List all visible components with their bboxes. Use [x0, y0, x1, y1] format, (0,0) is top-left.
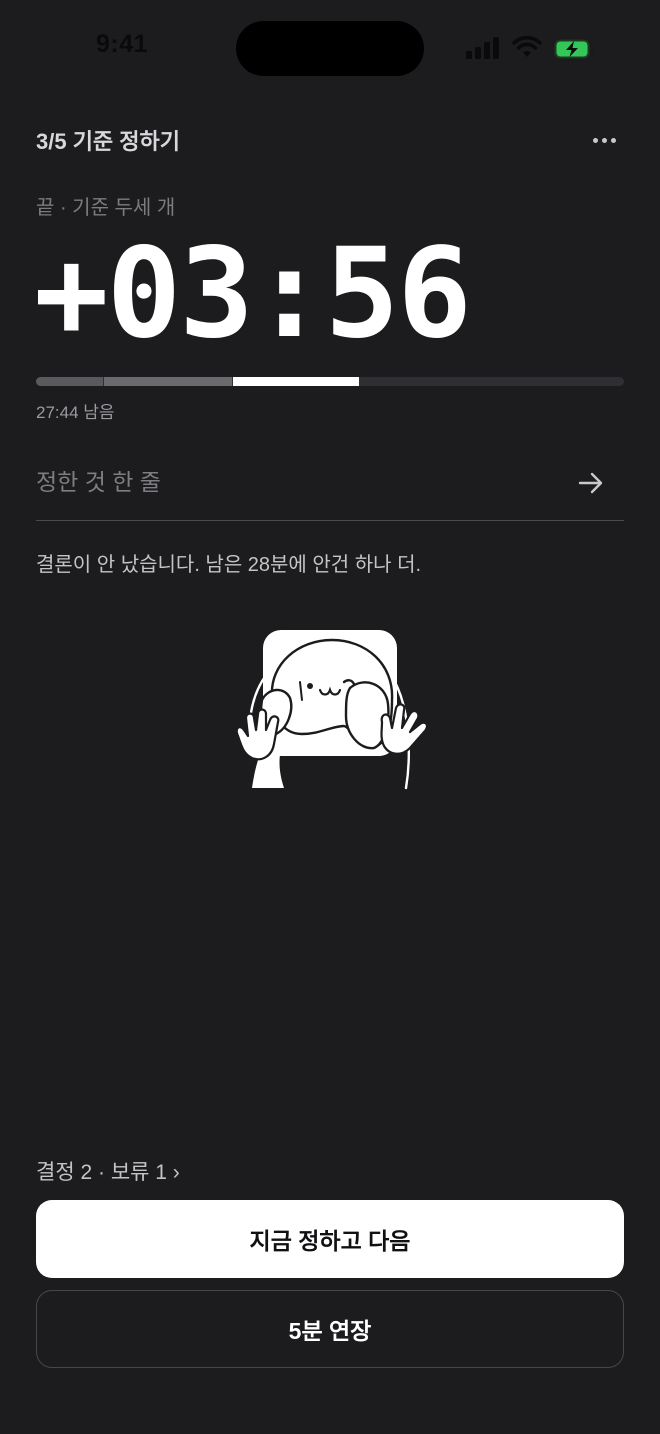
status-message: 결론이 안 났습니다. 남은 28분에 안건 하나 더.: [36, 554, 422, 576]
wifi-icon: [512, 35, 542, 57]
decide-now-button[interactable]: 지금 정하고 다음: [36, 1200, 624, 1278]
dynamic-island: [236, 21, 424, 76]
ellipsis-icon: [592, 137, 598, 143]
agenda-end-label: 끝 · 기준 두세 개: [36, 197, 176, 219]
arrow-right-icon[interactable]: [576, 468, 606, 498]
step-title: 3/5 기준 정하기: [36, 129, 181, 154]
battery-charging-icon: [553, 38, 594, 60]
seal-mascot-illustration: [235, 630, 429, 790]
status-time: 9:41: [96, 30, 149, 58]
decision-input[interactable]: [36, 460, 556, 504]
more-options-button[interactable]: [584, 124, 624, 156]
decision-tally-link[interactable]: 결정 2 · 보류 1 ›: [36, 1156, 180, 1186]
time-progress-bar: [36, 377, 624, 386]
progress-segment: [103, 377, 232, 386]
time-remaining: 27:44 남음: [36, 403, 115, 422]
cellular-signal-icon: [466, 37, 499, 59]
progress-segment: [232, 377, 360, 386]
overtime-timer: +03:56: [34, 222, 472, 366]
extend-five-minutes-button[interactable]: 5분 연장: [36, 1290, 624, 1368]
decision-input-row: [36, 446, 624, 521]
progress-segment: [36, 377, 103, 386]
